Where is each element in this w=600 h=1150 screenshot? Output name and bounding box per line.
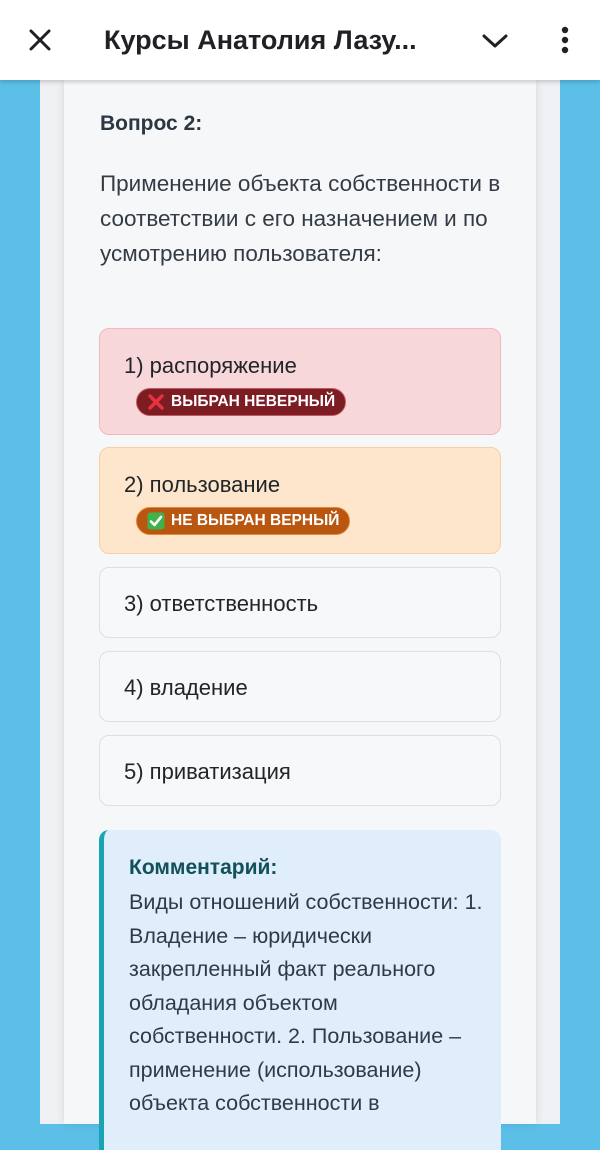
- answer-option-4[interactable]: 4) владение: [99, 651, 501, 722]
- check-mark-icon: [147, 512, 165, 530]
- answer-option-label: 3) ответственность: [124, 591, 319, 616]
- status-badge-text: НЕ ВЫБРАН ВЕРНЫЙ: [171, 512, 340, 529]
- question-text: Применение объекта собственности в соотв…: [100, 171, 501, 266]
- cross-mark-icon: [147, 393, 165, 411]
- question-number: Вопрос 2:: [100, 112, 203, 135]
- more-options-button[interactable]: [550, 22, 580, 58]
- page-title: Курсы Анатолия Лазу...: [104, 25, 417, 55]
- more-vert-icon: [561, 26, 569, 54]
- chevron-down-icon: [482, 34, 508, 48]
- answer-option-1[interactable]: 1) распоряжение ВЫБРАН НЕВЕРНЫЙ: [99, 328, 501, 435]
- answer-option-label: 5) приватизация: [124, 759, 291, 784]
- answer-option-3[interactable]: 3) ответственность: [99, 567, 501, 638]
- comment-title: Комментарий:: [129, 856, 278, 879]
- comment-text: Виды отношений собственности: 1. Владени…: [129, 890, 483, 1115]
- status-badge-missed: НЕ ВЫБРАН ВЕРНЫЙ: [136, 507, 351, 535]
- expand-button[interactable]: [478, 24, 512, 58]
- answer-option-label: 4) владение: [124, 675, 248, 700]
- close-button[interactable]: [22, 22, 58, 58]
- status-badge-wrong: ВЫБРАН НЕВЕРНЫЙ: [136, 388, 347, 416]
- answer-option-label: 1) распоряжение: [124, 353, 297, 378]
- close-icon: [29, 29, 51, 51]
- answer-option-2[interactable]: 2) пользование НЕ ВЫБРАН ВЕРНЫЙ: [99, 447, 501, 554]
- answer-option-label: 2) пользование: [124, 472, 281, 497]
- answer-option-5[interactable]: 5) приватизация: [99, 735, 501, 806]
- status-badge-text: ВЫБРАН НЕВЕРНЫЙ: [171, 393, 336, 410]
- comment-box: Комментарий: Виды отношений собственност…: [99, 830, 501, 1150]
- app-bar: Курсы Анатолия Лазу...: [0, 0, 600, 80]
